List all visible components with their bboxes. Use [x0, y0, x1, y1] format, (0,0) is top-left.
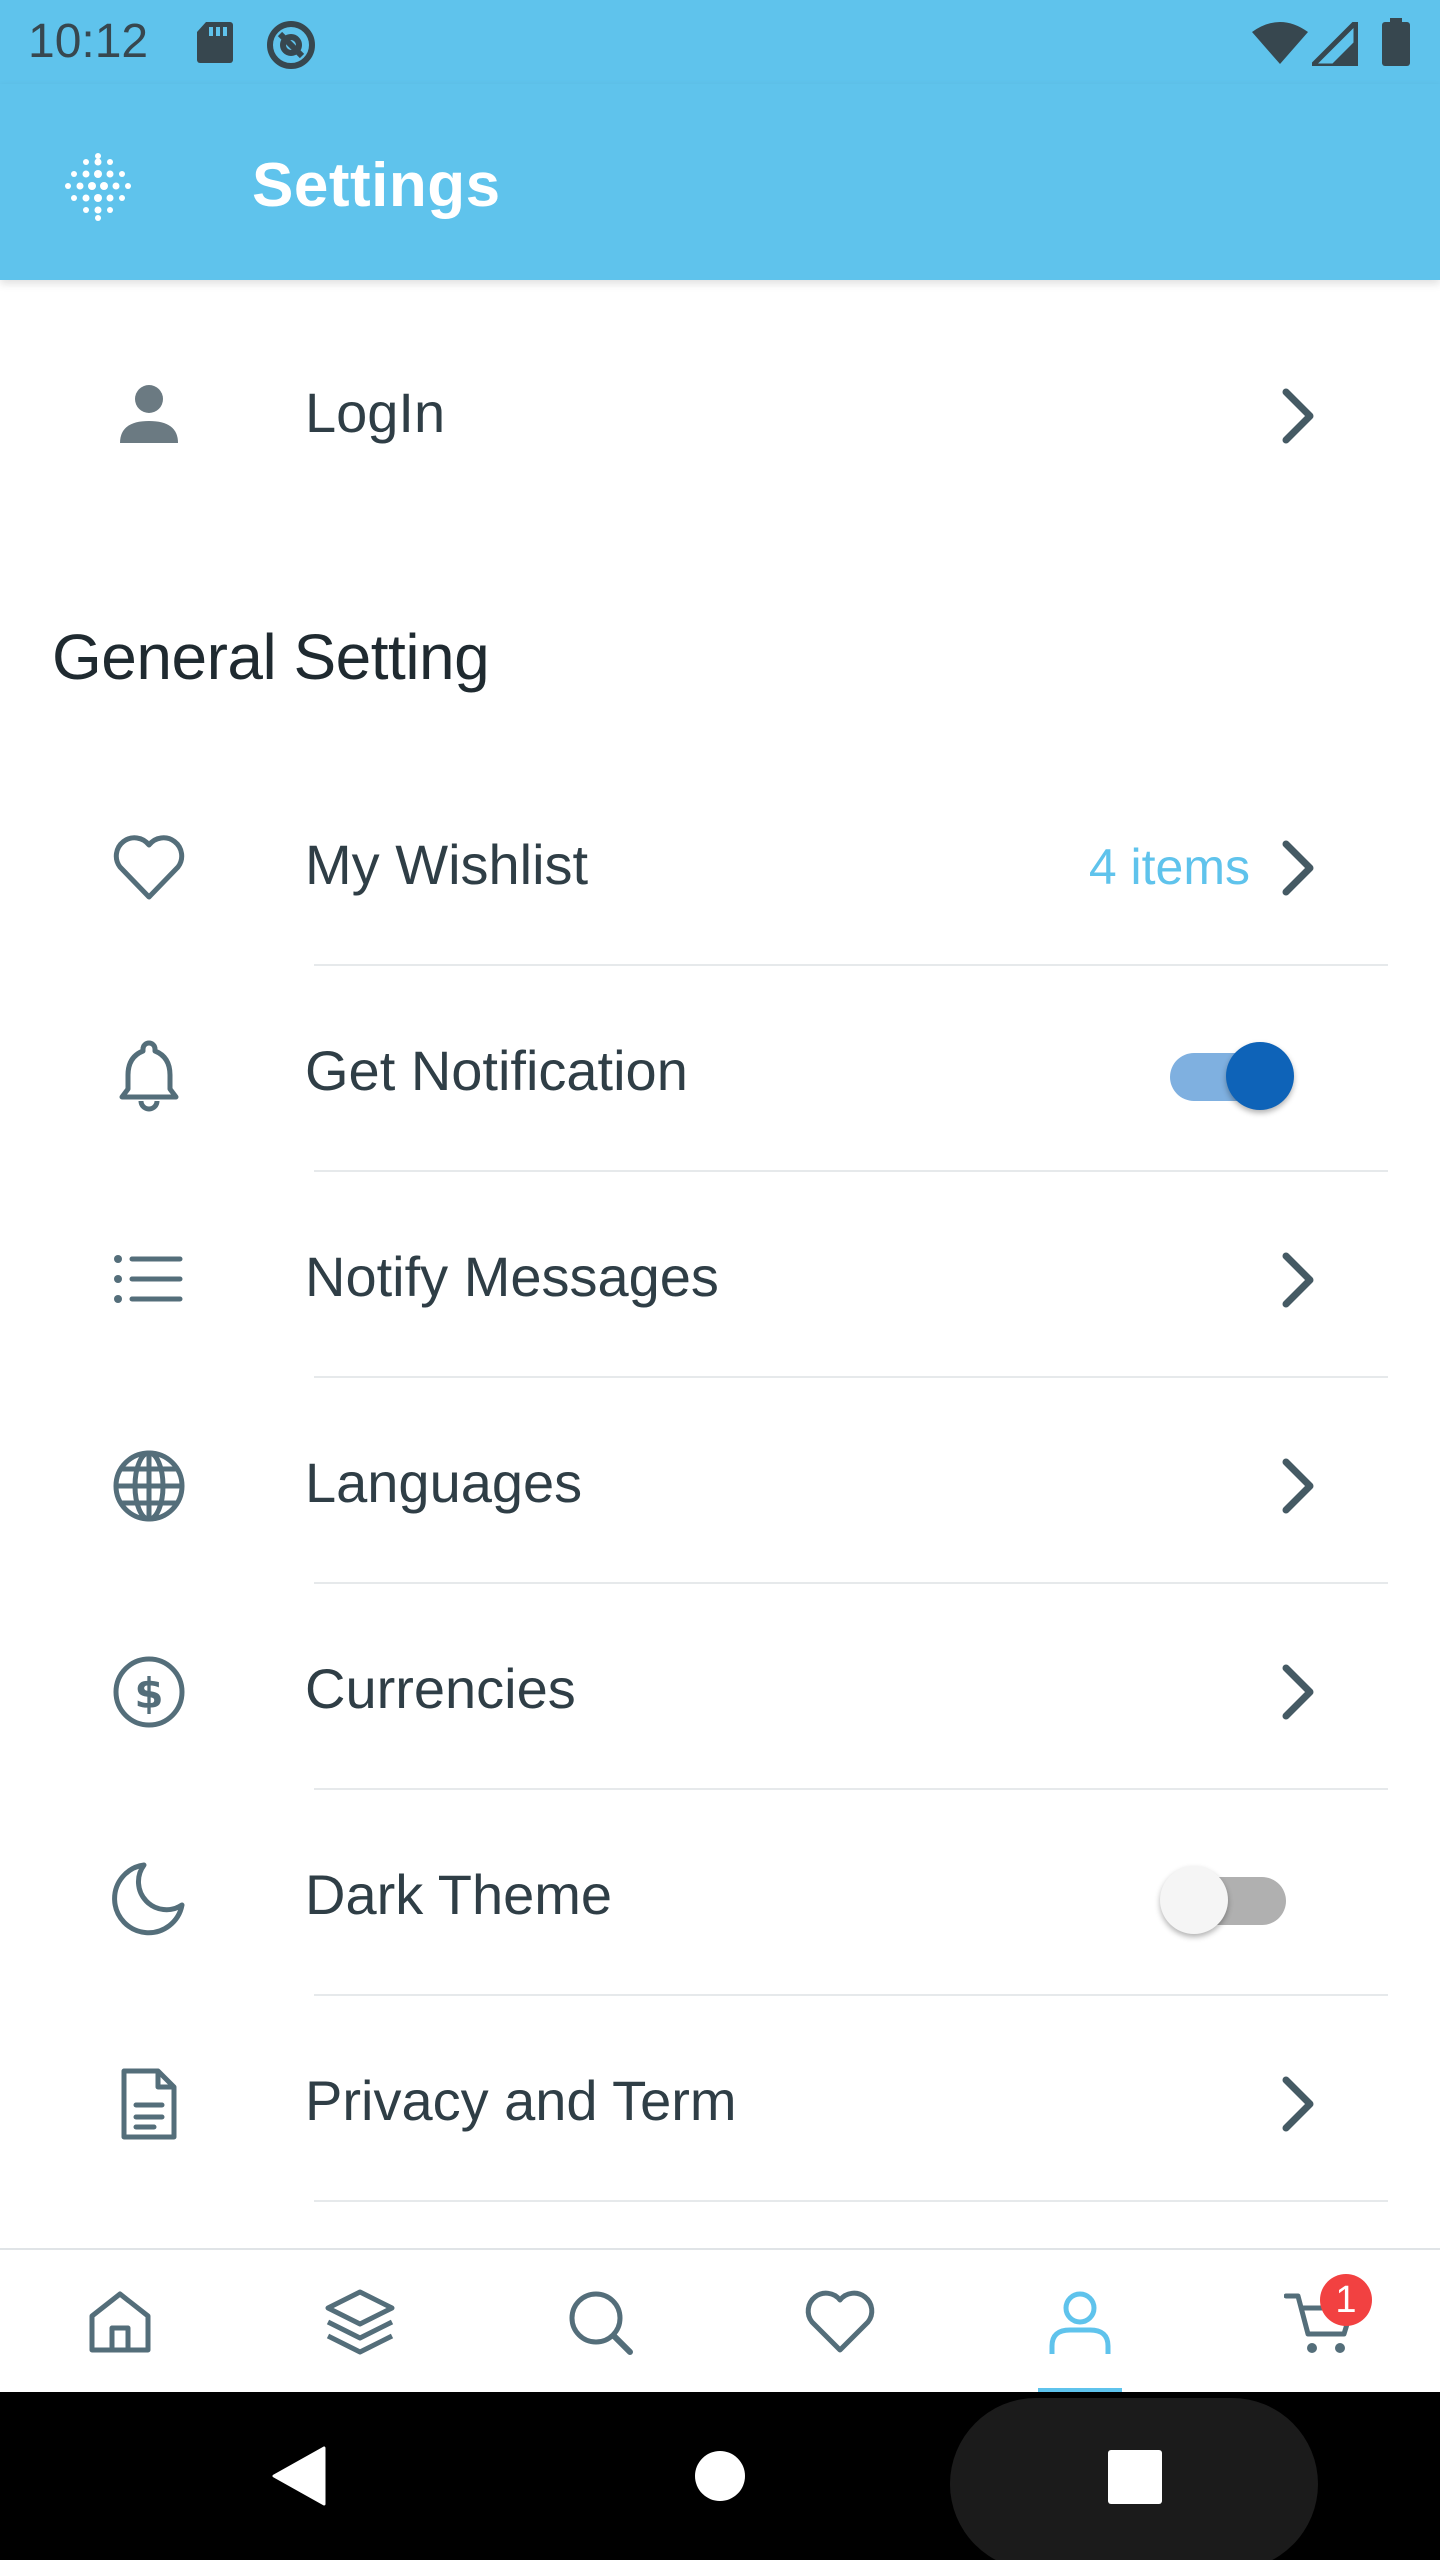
dollar-circle-icon: $ — [113, 1656, 185, 1728]
user-icon — [1049, 2291, 1111, 2354]
cellular-signal-icon — [1312, 22, 1358, 66]
wifi-icon — [1252, 22, 1308, 64]
settings-item-languages[interactable]: Languages — [0, 1378, 1440, 1584]
at-sign-icon — [267, 21, 315, 69]
notification-label: Get Notification — [305, 1039, 688, 1102]
settings-screen: 10:12 Settings LogIn General Setting My … — [0, 0, 1440, 2560]
system-navigation-bar — [0, 2392, 1440, 2560]
nav-cart[interactable] — [1200, 2250, 1440, 2394]
chevron-right-icon — [1282, 840, 1314, 896]
notify-messages-label: Notify Messages — [305, 1245, 719, 1308]
chevron-right-icon — [1282, 1664, 1314, 1720]
section-title-general: General Setting — [52, 621, 490, 693]
settings-item-notify-messages[interactable]: Notify Messages — [0, 1172, 1440, 1378]
sd-card-icon — [197, 22, 233, 63]
login-row[interactable]: LogIn — [0, 308, 1440, 514]
search-icon — [569, 2291, 633, 2355]
list-icon — [114, 1255, 183, 1303]
login-label: LogIn — [305, 381, 446, 444]
privacy-label: Privacy and Term — [305, 2069, 737, 2132]
settings-item-notification: Get Notification — [0, 966, 1440, 1172]
chevron-right-icon — [1282, 2076, 1314, 2132]
nav-home[interactable] — [0, 2250, 240, 2394]
toggle-thumb — [1160, 1866, 1228, 1934]
heart-icon — [113, 835, 185, 900]
toggle-thumb — [1226, 1042, 1294, 1110]
wishlist-label: My Wishlist — [305, 833, 589, 896]
app-bar: Settings — [0, 84, 1440, 280]
settings-item-currencies[interactable]: $ Currencies — [0, 1584, 1440, 1790]
nav-account[interactable] — [960, 2250, 1200, 2394]
notification-toggle[interactable] — [1160, 1036, 1300, 1110]
nav-wishlist[interactable] — [720, 2250, 960, 2394]
cart-count-badge: 1 — [1320, 2274, 1372, 2326]
home-icon — [89, 2291, 151, 2353]
chevron-right-icon — [1282, 1252, 1314, 1308]
currencies-label: Currencies — [305, 1657, 576, 1720]
bell-icon — [119, 1040, 179, 1112]
bottom-navigation: 1 — [0, 2248, 1440, 2394]
settings-item-wishlist[interactable]: My Wishlist 4 items — [0, 760, 1440, 966]
dotted-grid-logo-icon — [65, 153, 131, 221]
chevron-right-icon — [1282, 1458, 1314, 1514]
page-title: Settings — [252, 151, 501, 220]
document-icon — [121, 2068, 177, 2140]
svg-text:$: $ — [134, 1669, 163, 1718]
battery-icon — [1382, 18, 1410, 66]
home-circle-icon[interactable] — [694, 2450, 746, 2502]
settings-item-privacy[interactable]: Privacy and Term — [0, 1996, 1440, 2202]
row-divider — [314, 2200, 1388, 2202]
settings-item-dark-theme: Dark Theme — [0, 1790, 1440, 1996]
heart-icon — [805, 2290, 875, 2353]
person-icon — [120, 385, 178, 443]
globe-icon — [113, 1450, 185, 1522]
dark-theme-label: Dark Theme — [305, 1863, 613, 1926]
recents-square-icon[interactable] — [1108, 2450, 1162, 2504]
languages-label: Languages — [305, 1451, 583, 1514]
status-bar: 10:12 — [0, 0, 1440, 84]
nav-search[interactable] — [480, 2250, 720, 2394]
layers-icon — [325, 2289, 395, 2355]
moon-icon — [112, 1862, 185, 1936]
nav-categories[interactable] — [240, 2250, 480, 2394]
back-triangle-icon[interactable] — [270, 2446, 326, 2506]
chevron-right-icon — [1282, 388, 1314, 444]
wishlist-count: 4 items — [1088, 839, 1250, 895]
dark-theme-toggle[interactable] — [1160, 1860, 1300, 1934]
status-time: 10:12 — [28, 15, 149, 68]
